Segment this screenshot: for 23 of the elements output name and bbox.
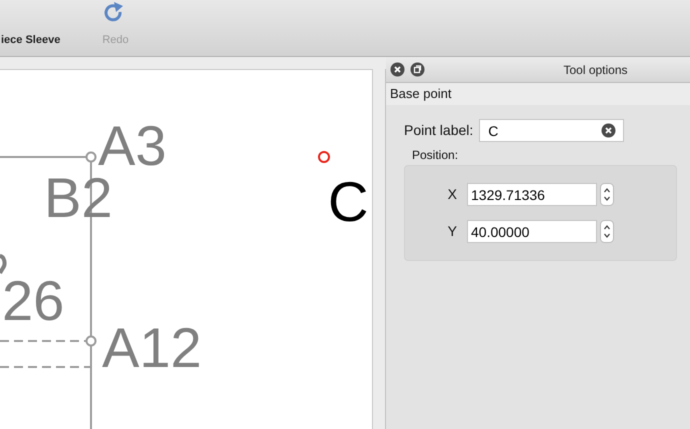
base-point [318, 151, 330, 163]
group-label: Position: [412, 147, 460, 164]
toolbar-button[interactable]: iece Sleeve [1, 32, 60, 48]
panel-title: Tool options [562, 62, 629, 78]
node-point [86, 152, 96, 162]
float-window-icon[interactable] [410, 62, 425, 77]
point-label: A3 [98, 118, 166, 174]
point-label: 26 [2, 273, 64, 329]
point-label: A12 [102, 320, 202, 376]
curve-mark [0, 254, 6, 274]
number-field[interactable]: 40.00000 [467, 220, 597, 243]
field-label: Y [446, 222, 458, 241]
clear-icon[interactable] [601, 123, 616, 138]
field-label: Point label: [404, 121, 474, 140]
node-point [86, 336, 96, 346]
section-header: Base point [390, 85, 452, 104]
point-label: C [328, 174, 368, 230]
point-label-field[interactable]: C [479, 119, 624, 142]
field-label: X [446, 185, 458, 204]
spinner-button[interactable] [600, 183, 614, 206]
spinner-button[interactable] [600, 220, 614, 243]
number-field[interactable]: 1329.71336 [467, 183, 597, 206]
close-icon[interactable] [390, 62, 405, 77]
